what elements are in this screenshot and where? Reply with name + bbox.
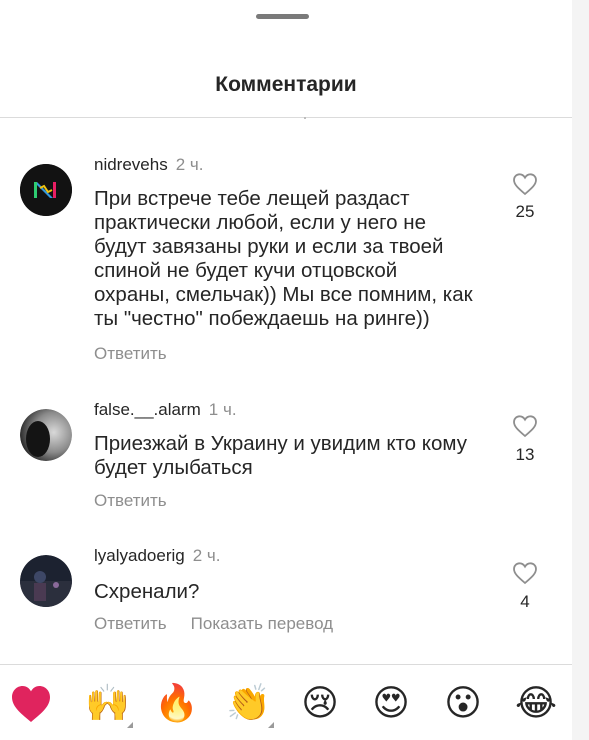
username[interactable]: lyalyadoerig bbox=[94, 546, 185, 565]
avatar[interactable] bbox=[20, 164, 72, 216]
red-heart-icon[interactable] bbox=[9, 682, 53, 726]
comment-actions: Ответить bbox=[94, 344, 167, 364]
crying-face-icon[interactable]: 😢 bbox=[298, 682, 342, 726]
clapping-hands-icon[interactable]: 👏 bbox=[226, 682, 274, 728]
comment-line: охраны, смельчак)) Мы все помним, как bbox=[94, 283, 473, 306]
variant-indicator bbox=[268, 722, 274, 728]
comment-line: Приезжай в Украину и увидим кто кому bbox=[94, 432, 467, 455]
crying-face-glyph: 😢 bbox=[301, 683, 339, 724]
timestamp: 2 ч. bbox=[175, 155, 204, 174]
comment-meta: lyalyadoerig 2 ч. bbox=[94, 546, 221, 566]
reply-button[interactable]: Ответить bbox=[94, 344, 167, 364]
comment-actions: Ответить Показать перевод bbox=[94, 614, 333, 634]
translate-button[interactable]: Показать перевод bbox=[191, 614, 333, 634]
avatar-photo-icon bbox=[20, 555, 72, 607]
comment-text: При встрече тебе лещей раздаст практичес… bbox=[94, 187, 494, 331]
username[interactable]: nidrevehs bbox=[94, 155, 168, 174]
comment-meta: nidrevehs 2 ч. bbox=[94, 155, 203, 175]
avatar[interactable] bbox=[20, 409, 72, 461]
tears-of-joy-icon[interactable]: 😂 bbox=[514, 682, 558, 726]
heart-eyes-icon[interactable]: 😍 bbox=[369, 682, 413, 726]
surprised-face-icon[interactable]: 😮 bbox=[441, 682, 485, 726]
comment-actions: Ответить bbox=[94, 491, 167, 511]
comment-text: Схренали? bbox=[94, 580, 494, 604]
comment-line: будут завязаны руки и если за твоей bbox=[94, 235, 444, 258]
reply-button[interactable]: Ответить bbox=[94, 491, 167, 511]
comment-text: Приезжай в Украину и увидим кто кому буд… bbox=[94, 432, 494, 480]
emoji-reactions-bar: 🙌 🔥 👏 😢 😍 😮 😂 bbox=[0, 676, 572, 732]
like-count: 13 bbox=[515, 445, 535, 464]
reactions-divider bbox=[0, 664, 572, 665]
avatar[interactable] bbox=[20, 555, 72, 607]
timestamp: 1 ч. bbox=[208, 400, 237, 419]
comment-line: Схренали? bbox=[94, 580, 200, 603]
comment-line: При встрече тебе лещей раздаст bbox=[94, 187, 410, 210]
header-divider bbox=[0, 117, 572, 118]
comment-line: будет улыбаться bbox=[94, 456, 253, 479]
like-heart-icon[interactable] bbox=[512, 414, 538, 438]
username[interactable]: false.__.alarm bbox=[94, 400, 201, 419]
comments-sheet: Комментарии nidrevehs 2 ч. При встрече те… bbox=[0, 0, 572, 740]
page-title: Комментарии bbox=[215, 73, 357, 96]
variant-indicator bbox=[127, 722, 133, 728]
comment-meta: false.__.alarm 1 ч. bbox=[94, 400, 237, 420]
screen-edge bbox=[572, 0, 589, 740]
timestamp: 2 ч. bbox=[192, 546, 221, 565]
like-heart-icon[interactable] bbox=[512, 172, 538, 196]
raising-hands-glyph: 🙌 bbox=[85, 683, 130, 724]
avatar-logo-icon bbox=[20, 164, 72, 216]
raising-hands-icon[interactable]: 🙌 bbox=[85, 682, 133, 728]
fire-icon[interactable]: 🔥 bbox=[154, 682, 199, 726]
comment-line: спиной не будет кучи отцовской bbox=[94, 259, 398, 282]
tears-of-joy-glyph: 😂 bbox=[514, 683, 558, 724]
clapping-hands-glyph: 👏 bbox=[226, 683, 271, 724]
drag-handle[interactable] bbox=[256, 14, 309, 19]
like-count: 25 bbox=[515, 202, 535, 221]
surprised-face-glyph: 😮 bbox=[444, 683, 482, 724]
avatar-photo-icon bbox=[20, 409, 72, 461]
comment-line: практически любой, если у него не bbox=[94, 211, 426, 234]
comment-line: ты "честно" побеждаешь на ринге)) bbox=[94, 307, 430, 330]
like-count: 4 bbox=[520, 592, 530, 611]
reply-button[interactable]: Ответить bbox=[94, 614, 167, 634]
fire-glyph: 🔥 bbox=[154, 683, 199, 724]
heart-eyes-glyph: 😍 bbox=[372, 683, 410, 724]
divider-mark bbox=[304, 117, 306, 119]
red-heart-icon bbox=[12, 686, 50, 722]
like-heart-icon[interactable] bbox=[512, 561, 538, 585]
